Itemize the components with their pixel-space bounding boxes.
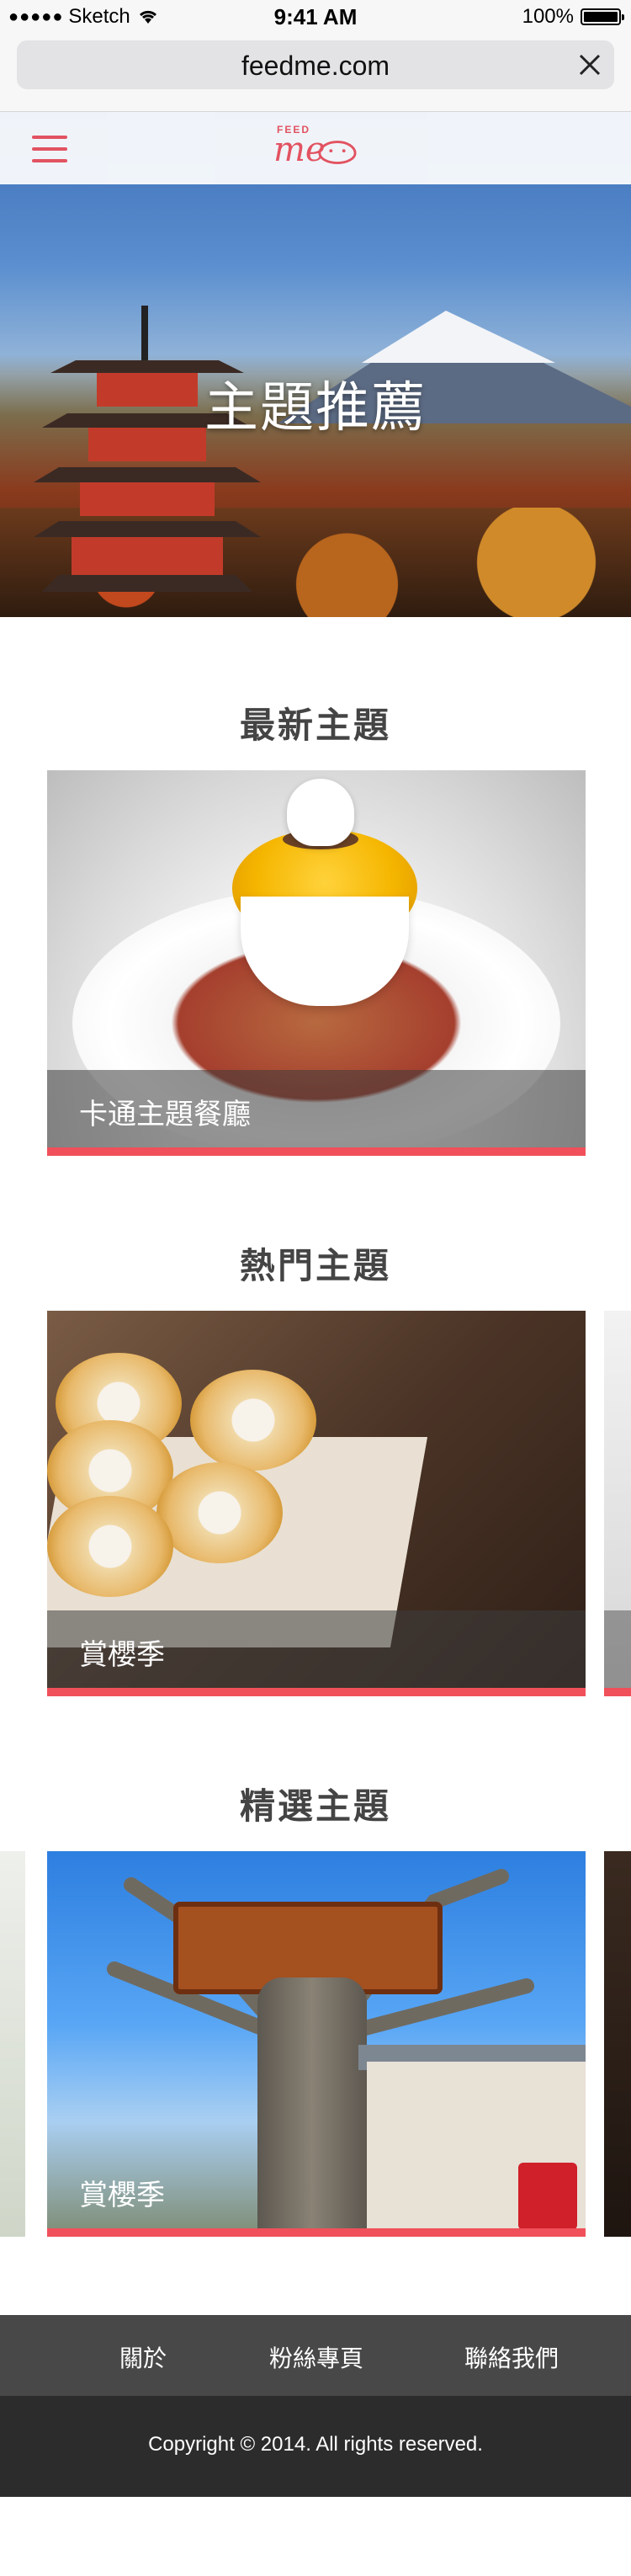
pagoda-illustration [34,306,261,592]
footer-nav: 關於 粉絲專頁 聯絡我們 [0,2315,631,2396]
card-accent-bar [47,1688,586,1696]
battery-percent: 100% [522,5,574,28]
browser-bar: feedme.com [0,34,631,112]
card-accent-bar [47,1147,586,1156]
url-text[interactable]: feedme.com [17,51,614,82]
status-bar: ●●●●● Sketch 9:41 AM 100% [0,0,631,34]
footer-link-fanpage[interactable]: 粉絲專頁 [269,2340,363,2374]
footer-link-about[interactable]: 關於 [119,2340,167,2374]
card-label: 賞櫻季 [79,2179,165,2211]
theme-card-latest[interactable]: 卡通主題餐廳 [47,770,586,1156]
section-title-featured: 精選主題 [239,1786,391,1826]
address-bar[interactable]: feedme.com [17,40,614,89]
next-card-peek[interactable] [604,1311,631,1696]
logo-face-icon [318,141,357,164]
menu-icon[interactable] [32,136,67,162]
theme-card-featured[interactable]: 賞櫻季 [47,1851,586,2237]
hero-title: 主題推薦 [204,377,427,438]
footer-copyright-bar: Copyright © 2014. All rights reserved. [0,2396,631,2497]
app-logo[interactable]: FEED me [273,124,358,174]
app-header: FEED me [0,112,631,184]
card-label: 卡通主題餐廳 [79,1099,251,1131]
section-title-popular: 熱門主題 [239,1246,391,1285]
close-icon[interactable] [577,52,602,77]
footer-link-contact[interactable]: 聯絡我們 [464,2340,559,2374]
battery-icon [581,8,624,25]
hero-banner: 主題推薦 [0,112,631,617]
theme-card-popular[interactable]: 賞櫻季 [47,1311,586,1696]
snowcap-shape [362,311,555,363]
battery-info: 100% [522,5,624,29]
card-accent-bar [47,2228,586,2237]
card-label: 賞櫻季 [79,1639,165,1671]
next-card-peek[interactable] [604,1851,631,2237]
section-title-latest: 最新主題 [239,705,391,745]
copyright-text: Copyright © 2014. All rights reserved. [148,2433,483,2456]
prev-card-peek[interactable] [0,1851,25,2237]
